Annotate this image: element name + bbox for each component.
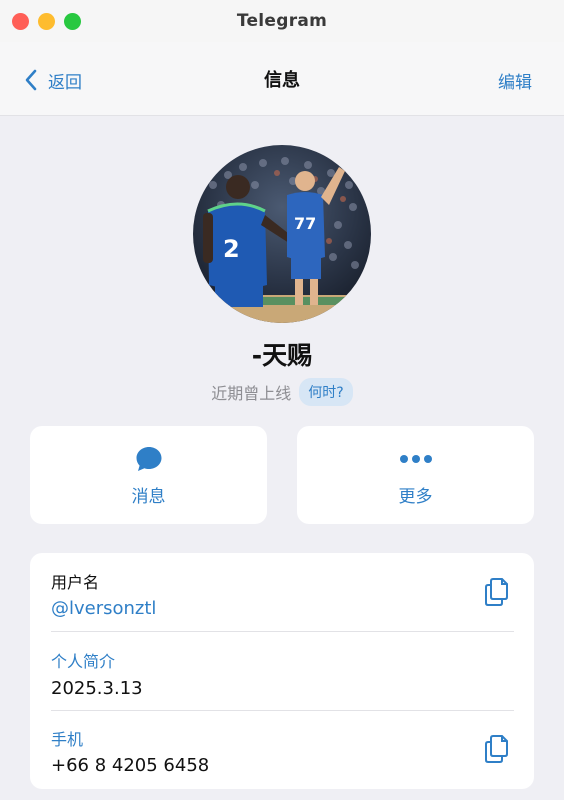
copy-username-button[interactable] (482, 575, 512, 609)
username-row[interactable]: 用户名 @lversonztl (30, 553, 534, 631)
avatar[interactable]: 2 77 (193, 145, 371, 323)
edit-button[interactable]: 编辑 (498, 68, 532, 93)
copy-phone-button[interactable] (482, 732, 512, 766)
chat-bubble-icon (134, 444, 164, 474)
bio-value: 2025.3.13 (51, 678, 143, 699)
last-seen-status: 近期曾上线 (211, 384, 292, 403)
message-label: 消息 (131, 486, 166, 507)
copy-icon (485, 578, 508, 606)
bio-label: 个人简介 (51, 652, 116, 671)
window-titlebar: Telegram (0, 0, 564, 42)
when-badge[interactable]: 何时? (299, 378, 353, 406)
copy-icon (485, 735, 508, 763)
more-button[interactable]: 更多 (297, 426, 534, 524)
zoom-window-button[interactable] (64, 13, 81, 30)
phone-label: 手机 (51, 730, 84, 749)
avatar-image: 2 77 (193, 145, 371, 323)
message-button[interactable]: 消息 (30, 426, 267, 524)
username-label: 用户名 (51, 573, 100, 592)
page-title: 信息 (264, 70, 300, 91)
svg-text:77: 77 (294, 214, 316, 233)
window-controls (12, 13, 81, 30)
profile-name: -天赐 (251, 341, 313, 370)
phone-row[interactable]: 手机 +66 8 4205 6458 (30, 710, 534, 789)
svg-text:2: 2 (223, 235, 240, 263)
more-label: 更多 (398, 486, 433, 507)
close-window-button[interactable] (12, 13, 29, 30)
minimize-window-button[interactable] (38, 13, 55, 30)
window-title: Telegram (236, 11, 328, 31)
navigation-bar: 返回 信息 编辑 (0, 42, 564, 116)
more-dots-icon (399, 444, 433, 474)
phone-value[interactable]: +66 8 4205 6458 (51, 755, 209, 776)
info-card: 用户名 @lversonztl 个人简介 2025.3.13 手机 +66 8 … (30, 553, 534, 789)
status-row: 近期曾上线 何时? (0, 378, 564, 406)
username-value[interactable]: @lversonztl (51, 598, 156, 619)
bio-row[interactable]: 个人简介 2025.3.13 (30, 631, 534, 710)
